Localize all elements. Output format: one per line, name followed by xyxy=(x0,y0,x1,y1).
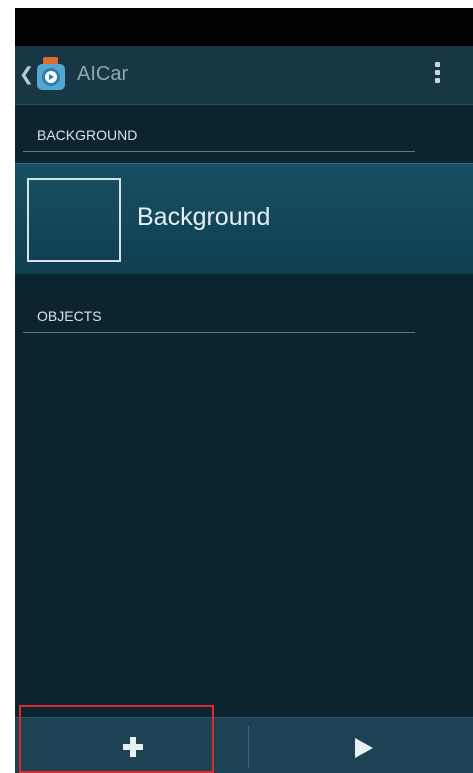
status-bar xyxy=(15,8,473,46)
background-section-header: BACKGROUND xyxy=(23,115,415,152)
app-title: AICar xyxy=(77,63,129,85)
add-button-highlight xyxy=(19,705,214,773)
background-header-label: BACKGROUND xyxy=(37,127,138,143)
chevron-left-icon[interactable]: ❮ xyxy=(19,64,34,84)
background-list-item[interactable]: Background xyxy=(15,163,473,275)
background-thumbnail xyxy=(27,178,121,262)
background-item-label: Background xyxy=(137,203,271,231)
overflow-menu-icon[interactable] xyxy=(433,62,441,90)
action-bar: ❮ AICar xyxy=(15,46,473,105)
objects-section-header: OBJECTS xyxy=(23,296,415,333)
objects-header-label: OBJECTS xyxy=(37,308,102,324)
app-screen: ❮ AICar BACKGROUND Background OBJECTS xyxy=(15,8,473,773)
play-button[interactable] xyxy=(249,718,473,773)
play-icon xyxy=(355,738,373,758)
app-logo-icon[interactable] xyxy=(34,56,68,92)
